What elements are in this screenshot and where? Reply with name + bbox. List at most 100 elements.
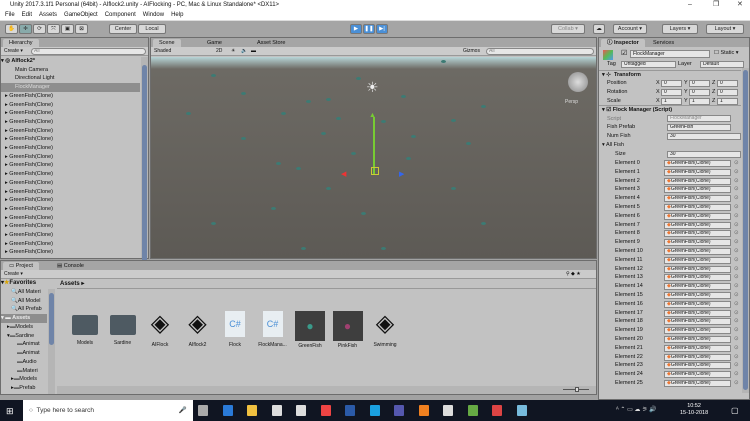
hierarchy-item-greenfish-clone[interactable]: ▸ GreenFish(Clone) <box>1 240 140 249</box>
task-view-icon[interactable] <box>198 405 208 416</box>
fish-object[interactable] <box>306 100 311 103</box>
favorites-item[interactable]: ▾★Favorites <box>1 279 55 288</box>
object-picker-icon[interactable]: ⊙ <box>734 292 739 298</box>
element-field[interactable]: ◆GreenFish(Clone) <box>664 344 731 352</box>
scene-viewport[interactable]: ☀ ▲ ◀ ▶ Persp <box>151 57 596 258</box>
windows-start-icon[interactable]: ⊞ <box>6 406 14 417</box>
hierarchy-item-directional-light[interactable]: Directional Light <box>1 74 140 83</box>
object-picker-icon[interactable]: ⊙ <box>734 336 739 342</box>
x-value-input[interactable]: 0 <box>661 80 682 87</box>
hierarchy-item-greenfish-clone[interactable]: ▸ GreenFish(Clone) <box>1 205 140 214</box>
object-picker-icon[interactable]: ⊙ <box>734 195 739 201</box>
fish-object[interactable] <box>401 95 406 98</box>
element-field[interactable]: ◆GreenFish(Clone) <box>664 292 731 299</box>
unity-icon[interactable] <box>443 405 453 416</box>
element-field[interactable]: ◆GreenFish(Clone) <box>664 309 731 317</box>
hierarchy-item-greenfish-clone[interactable]: ▸ GreenFish(Clone) <box>1 118 140 127</box>
object-picker-icon[interactable]: ⊙ <box>734 380 739 386</box>
tab-asset-store[interactable]: Asset Store <box>251 39 291 47</box>
hierarchy-item-flockmanager[interactable]: FlockManager <box>1 83 140 92</box>
asset-item[interactable]: C# Flock <box>215 311 255 348</box>
element-field[interactable]: ◆GreenFish(Clone) <box>664 353 731 361</box>
fish-object[interactable] <box>241 137 246 140</box>
tab-game[interactable]: Game <box>201 39 228 47</box>
menu-edit[interactable]: Edit <box>22 12 32 18</box>
favorite-item[interactable]: 🔍All Materi <box>1 288 47 297</box>
menu-assets[interactable]: Assets <box>39 12 57 18</box>
tab-hierarchy[interactable]: Hierarchy <box>3 39 39 47</box>
object-picker-icon[interactable]: ⊙ <box>734 301 739 307</box>
persp-label[interactable]: Persp <box>565 99 578 105</box>
tag-dropdown[interactable]: Untagged <box>621 61 676 68</box>
transform-tool-button[interactable]: ⊠ <box>75 24 88 34</box>
collab-button[interactable]: Collab ▾ <box>551 24 585 34</box>
all-fish-foldout[interactable]: ▾ All Fish <box>602 142 624 148</box>
file-explorer-icon[interactable] <box>247 405 257 416</box>
cloud-button[interactable]: ☁ <box>593 24 605 34</box>
notifications-icon[interactable]: ▢ <box>731 406 739 415</box>
tab-console[interactable]: ▤ Console <box>51 262 90 270</box>
fish-object[interactable] <box>186 112 191 115</box>
hierarchy-search-input[interactable]: All <box>31 48 146 55</box>
hierarchy-item-greenfish-clone[interactable]: ▸ GreenFish(Clone) <box>1 135 140 144</box>
fish-object[interactable] <box>281 112 286 115</box>
edge-icon[interactable] <box>222 405 233 416</box>
object-picker-icon[interactable]: ⊙ <box>734 266 739 272</box>
y-value-input[interactable]: 0 <box>689 89 710 96</box>
x-value-input[interactable]: 0 <box>661 89 682 96</box>
project-folder-item[interactable]: ▸▬Prefab <box>1 384 47 393</box>
lighting-toggle-icon[interactable]: ☀ <box>231 47 235 56</box>
element-field[interactable]: ◆GreenFish(Clone) <box>664 362 731 370</box>
fish-object[interactable] <box>241 92 246 95</box>
store-icon[interactable] <box>271 405 282 416</box>
element-field[interactable]: ◆GreenFish(Clone) <box>664 204 731 211</box>
fish-object[interactable] <box>481 222 486 225</box>
hierarchy-item-greenfish-clone[interactable]: ▸ GreenFish(Clone) <box>1 222 140 231</box>
object-picker-icon[interactable]: ⊙ <box>734 354 739 360</box>
assets-root-item[interactable]: ▾ ▬ Assets <box>1 314 47 323</box>
hierarchy-item-greenfish-clone[interactable]: ▸ GreenFish(Clone) <box>1 153 140 162</box>
slider-thumb[interactable] <box>575 387 579 392</box>
asset-item[interactable]: ● PinkFish <box>328 311 368 349</box>
object-picker-icon[interactable]: ⊙ <box>734 283 739 289</box>
hierarchy-item-greenfish-clone[interactable]: ▸ GreenFish(Clone) <box>1 161 140 170</box>
element-field[interactable]: ◆GreenFish(Clone) <box>664 327 731 335</box>
fish-object[interactable] <box>451 119 456 122</box>
element-field[interactable]: ◆GreenFish(Clone) <box>664 230 731 238</box>
element-field[interactable]: ◆GreenFish(Clone) <box>664 256 731 264</box>
element-field[interactable]: ◆GreenFish(Clone) <box>664 300 731 308</box>
scale-tool-button[interactable]: ⤧ <box>47 24 60 34</box>
object-picker-icon[interactable]: ⊙ <box>734 318 739 324</box>
element-field[interactable]: ◆GreenFish(Clone) <box>664 212 731 220</box>
rect-tool-button[interactable]: ▣ <box>61 24 74 34</box>
object-picker-icon[interactable]: ⊙ <box>734 169 739 175</box>
asset-item[interactable]: ● GreenFish <box>290 311 330 349</box>
skype-icon[interactable] <box>369 405 380 416</box>
scene-gizmo[interactable] <box>568 72 588 92</box>
tab-services[interactable]: Services <box>647 39 680 47</box>
mail-icon[interactable] <box>296 405 306 416</box>
fish-prefab-field[interactable]: GreenFish <box>667 124 731 131</box>
fish-object[interactable] <box>441 60 446 63</box>
fish-object[interactable] <box>326 187 331 190</box>
asset-item[interactable]: Sardine <box>103 311 143 346</box>
fish-object[interactable] <box>466 142 471 145</box>
project-folder-item[interactable]: ▸▬Models <box>1 323 47 332</box>
object-name-input[interactable]: FlockManager <box>630 50 710 58</box>
element-field[interactable]: ◆GreenFish(Clone) <box>664 274 731 282</box>
hierarchy-item-greenfish-clone[interactable]: ▸ GreenFish(Clone) <box>1 92 140 101</box>
menu-component[interactable]: Component <box>105 12 136 18</box>
project-folder-item[interactable]: ▸▬Models <box>1 375 47 384</box>
script-component-header[interactable]: ▾ ☑ Flock Manager (Script) <box>599 105 741 114</box>
shading-dropdown[interactable]: Shaded <box>154 48 171 54</box>
fish-object[interactable] <box>211 74 216 77</box>
static-checkbox[interactable]: ☐ Static ▾ <box>714 50 739 56</box>
layer-dropdown[interactable]: Default <box>700 61 744 68</box>
element-field[interactable]: ◆GreenFish(Clone) <box>664 336 731 343</box>
gizmos-dropdown[interactable]: Gizmos <box>463 47 480 56</box>
project-folder-item[interactable]: ▬Animat <box>1 340 47 349</box>
element-field[interactable]: ◆GreenFish(Clone) <box>664 160 731 167</box>
asset-item[interactable]: ◈ Swimming <box>365 311 405 349</box>
layout-dropdown[interactable]: Layout ▾ <box>706 24 744 34</box>
object-picker-icon[interactable]: ⊙ <box>734 362 739 368</box>
